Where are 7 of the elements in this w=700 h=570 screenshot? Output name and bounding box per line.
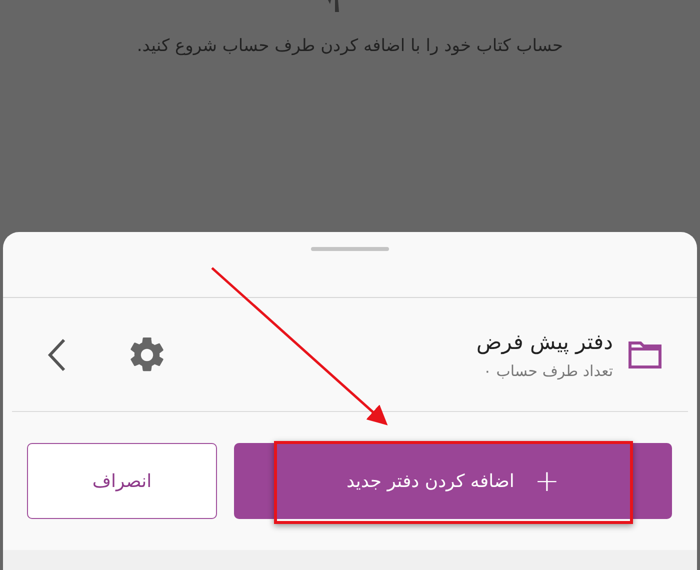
notebook-title: دفتر پیش فرض (475, 330, 613, 354)
notebook-subtitle: تعداد طرف حساب ۰ (482, 362, 613, 380)
cancel-button[interactable]: انصراف (27, 443, 217, 519)
folder-icon (627, 340, 663, 370)
empty-message: حساب کتاب خود را با اضافه کردن طرف حساب شروع کنید. (136, 36, 564, 56)
drag-handle[interactable] (311, 247, 389, 251)
add-notebook-button[interactable]: + اضافه کردن دفتر جدید (234, 443, 672, 519)
